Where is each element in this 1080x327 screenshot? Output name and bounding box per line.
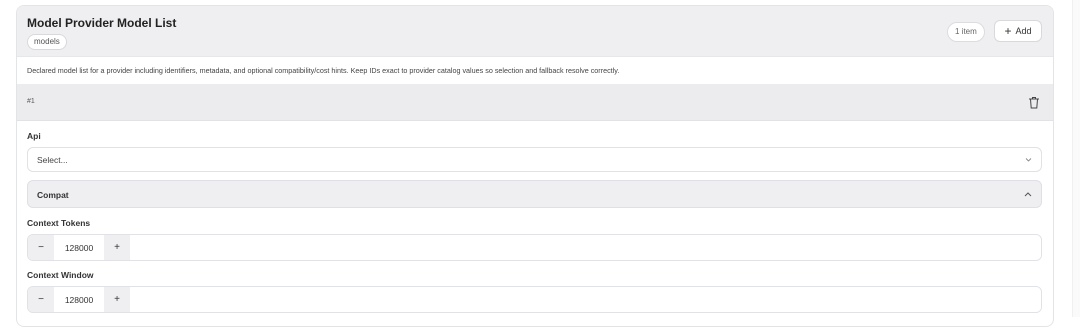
compat-section-toggle[interactable]: Compat	[27, 180, 1042, 208]
panel-description: Declared model list for a provider inclu…	[17, 57, 1053, 85]
chevron-down-icon	[1025, 158, 1032, 162]
context-window-field-rest[interactable]	[130, 287, 1041, 312]
api-label: Api	[27, 131, 41, 141]
context-window-decrement-button[interactable]: −	[28, 287, 54, 312]
context-window-increment-button[interactable]: +	[104, 287, 130, 312]
item-index: #1	[27, 98, 35, 105]
context-tokens-stepper: − 128000 +	[27, 234, 1042, 261]
trash-icon[interactable]	[1028, 96, 1040, 109]
plus-icon: +	[1004, 24, 1012, 38]
page-scrollbar[interactable]	[1072, 0, 1080, 317]
compat-label: Compat	[37, 190, 69, 200]
context-tokens-decrement-button[interactable]: −	[28, 235, 54, 260]
panel-header: Model Provider Model List models 1 item …	[17, 6, 1053, 57]
context-window-stepper: − 128000 +	[27, 286, 1042, 313]
add-button[interactable]: + Add	[994, 20, 1042, 42]
api-select[interactable]: Select...	[27, 147, 1042, 172]
context-tokens-increment-button[interactable]: +	[104, 235, 130, 260]
models-tag: models	[27, 34, 67, 50]
api-select-value: Select...	[37, 155, 68, 165]
context-window-input[interactable]: 128000	[54, 287, 104, 312]
context-tokens-field-rest[interactable]	[130, 235, 1041, 260]
panel-title: Model Provider Model List	[27, 16, 177, 30]
item-count-badge: 1 item	[947, 22, 985, 42]
context-window-label: Context Window	[27, 270, 94, 280]
add-button-label: Add	[1015, 26, 1032, 36]
chevron-up-icon	[1024, 192, 1032, 197]
item-header: #1	[17, 85, 1053, 121]
context-tokens-input[interactable]: 128000	[54, 235, 104, 260]
model-list-panel: Model Provider Model List models 1 item …	[16, 5, 1054, 327]
context-tokens-label: Context Tokens	[27, 218, 91, 228]
